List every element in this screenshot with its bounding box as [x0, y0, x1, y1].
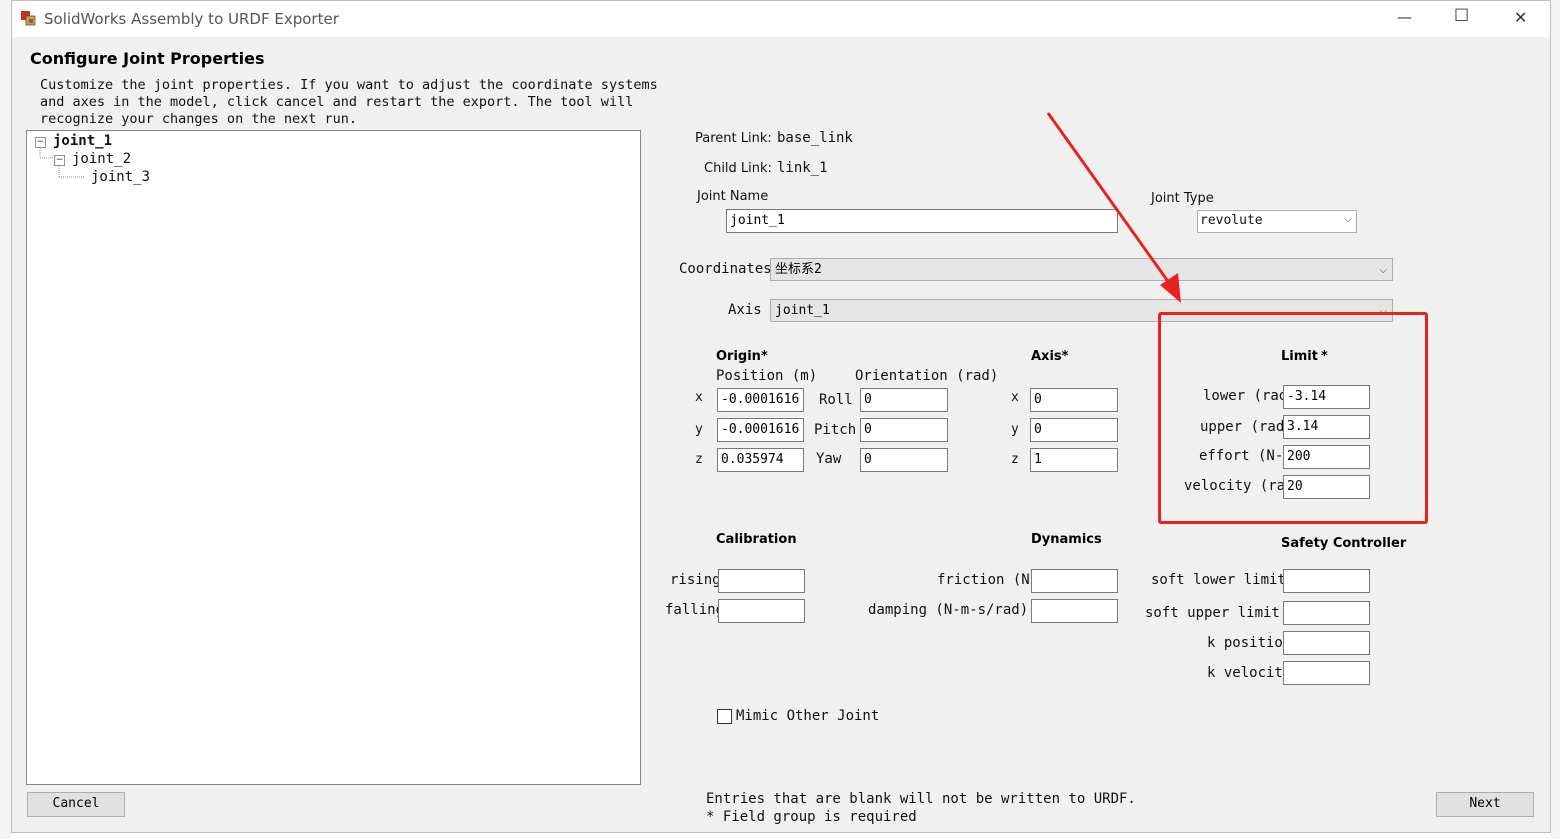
- soft-lower-label: soft lower limit: [1151, 572, 1286, 588]
- annotation-arrow-icon: [1046, 112, 1181, 303]
- pitch-label: Pitch: [814, 422, 857, 438]
- soft-upper-input[interactable]: [1283, 601, 1370, 625]
- axis-z-label: z: [1011, 452, 1019, 467]
- coordinates-value: 坐标系2: [775, 262, 822, 277]
- yaw-label: Yaw: [816, 451, 842, 467]
- parent-link-label: Parent Link:: [695, 131, 772, 146]
- falling-label: falling: [665, 602, 718, 618]
- collapse-icon: −: [55, 155, 64, 165]
- chevron-down-icon: ⌵: [1344, 214, 1352, 225]
- chevron-down-icon: ⌵: [1379, 265, 1387, 276]
- app-icon: [20, 10, 36, 26]
- origin-title: Origin*: [716, 349, 768, 364]
- close-button[interactable]: ✕: [1514, 8, 1527, 27]
- damping-label: damping (N-m-s/rad): [868, 602, 1029, 618]
- axis-y-input[interactable]: 0: [1030, 418, 1118, 442]
- k-position-label: k position: [1207, 635, 1283, 651]
- yaw-input[interactable]: 0: [860, 448, 948, 472]
- origin-x-label: x: [695, 390, 703, 405]
- minimize-button[interactable]: —: [1397, 8, 1412, 26]
- rising-input[interactable]: [718, 569, 805, 593]
- origin-z-input[interactable]: 0.035974: [717, 448, 804, 472]
- limit-highlight-box: [1158, 312, 1428, 524]
- axis-select-label: Axis: [728, 302, 762, 318]
- origin-y-label: y: [695, 422, 703, 437]
- page-description: Customize the joint properties. If you w…: [40, 77, 658, 127]
- blank-entries-note: Entries that are blank will not be writt…: [706, 791, 1136, 807]
- roll-input[interactable]: 0: [860, 388, 948, 412]
- coordinates-label: Coordinates: [679, 261, 772, 277]
- mimic-checkbox[interactable]: [717, 709, 732, 724]
- roll-label: Roll: [819, 392, 853, 408]
- tree-node-joint-1[interactable]: joint_1: [53, 133, 112, 149]
- safety-title: Safety Controller: [1281, 536, 1407, 551]
- page-title: Configure Joint Properties: [30, 49, 265, 68]
- background-app-strip: [0, 0, 11, 839]
- joint-name-label: Joint Name: [697, 189, 769, 204]
- child-link-value: link_1: [777, 160, 828, 176]
- pitch-input[interactable]: 0: [860, 418, 948, 442]
- soft-lower-input[interactable]: [1283, 569, 1370, 593]
- falling-input[interactable]: [718, 599, 805, 623]
- k-velocity-label: k velocity: [1207, 665, 1283, 681]
- next-button[interactable]: Next: [1436, 792, 1534, 817]
- joint-tree[interactable]: [26, 130, 641, 785]
- axis-x-input[interactable]: 0: [1030, 388, 1118, 412]
- axis-y-label: y: [1011, 422, 1019, 437]
- joint-type-value: revolute: [1200, 213, 1263, 228]
- joint-type-select[interactable]: revolute ⌵: [1197, 210, 1357, 233]
- origin-z-label: z: [695, 452, 703, 467]
- axis-select-value: joint_1: [775, 303, 830, 318]
- friction-label: friction (N-m): [937, 572, 1031, 588]
- rising-label: rising: [670, 572, 718, 588]
- tree-expander-joint-2[interactable]: −: [54, 155, 65, 166]
- collapse-icon: −: [36, 137, 45, 147]
- soft-upper-label: soft upper limit: [1145, 605, 1280, 621]
- origin-y-input[interactable]: -0.0001616: [717, 418, 804, 442]
- window-title: SolidWorks Assembly to URDF Exporter: [44, 10, 339, 28]
- origin-x-input[interactable]: -0.0001616: [717, 388, 804, 412]
- child-link-label: Child Link:: [704, 161, 772, 176]
- tree-node-joint-3[interactable]: joint_3: [91, 169, 150, 185]
- k-velocity-input[interactable]: [1283, 661, 1370, 685]
- tree-node-joint-2[interactable]: joint_2: [72, 151, 131, 167]
- mimic-label[interactable]: Mimic Other Joint: [736, 708, 879, 724]
- parent-link-value: base_link: [777, 130, 853, 146]
- required-note: * Field group is required: [706, 809, 917, 825]
- cancel-button[interactable]: Cancel: [27, 792, 125, 817]
- axis-z-input[interactable]: 1: [1030, 448, 1118, 472]
- background-app-strip-right: [1551, 0, 1560, 839]
- friction-input[interactable]: [1031, 569, 1118, 593]
- axis-x-label: x: [1011, 390, 1019, 405]
- orientation-label: Orientation (rad): [855, 368, 999, 384]
- damping-input[interactable]: [1031, 599, 1118, 623]
- calibration-title: Calibration: [716, 532, 797, 547]
- k-position-input[interactable]: [1283, 631, 1370, 655]
- dynamics-title: Dynamics: [1031, 532, 1102, 547]
- axis-title: Axis*: [1031, 349, 1069, 364]
- position-label: Position (m): [716, 368, 818, 384]
- tree-expander-joint-1[interactable]: −: [35, 137, 46, 148]
- maximize-button[interactable]: ☐: [1454, 6, 1469, 26]
